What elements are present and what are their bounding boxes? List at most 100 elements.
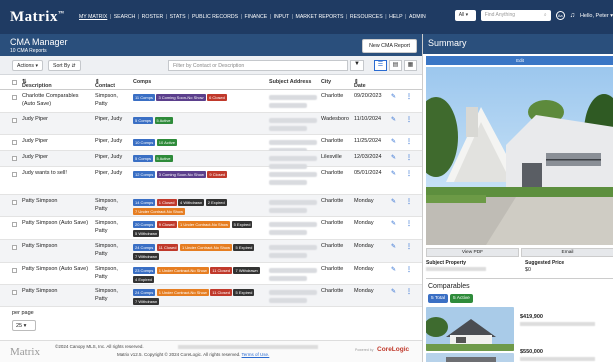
row-comps: 14 Comps 1 Closed 4 Withdrawn 2 Expired 7 Un…: [133, 199, 265, 215]
row-checkbox[interactable]: [12, 156, 17, 161]
list-view-icon[interactable]: ☰: [374, 60, 387, 71]
comp-status-badge: 3 Coming Soon-No Show: [156, 171, 206, 178]
nav-resources[interactable]: RESOURCES: [347, 14, 385, 20]
row-description[interactable]: Patty Simpson: [22, 198, 92, 206]
table-row[interactable]: Patty Simpson (Auto Save) Simpson, Patty 2…: [0, 217, 422, 240]
more-options-icon[interactable]: ⋮: [406, 93, 412, 100]
table-row[interactable]: Judy Piper Piper, Judy 5 Comps 5 Active Wade…: [0, 113, 422, 135]
grid-view-icon[interactable]: ▦: [404, 60, 417, 71]
comp-status-badge: 5 Comps: [133, 155, 154, 162]
row-description[interactable]: Patty Simpson: [22, 288, 92, 296]
row-date: Monday: [354, 198, 374, 204]
footer-copyright-2: Matrix v12.5. Copyright © 2024 CoreLogic…: [117, 352, 270, 357]
row-checkbox[interactable]: [12, 140, 17, 145]
filter-icon[interactable]: ▼: [350, 60, 364, 71]
row-description[interactable]: Judy Piper: [22, 138, 92, 146]
nav-search[interactable]: SEARCH: [111, 14, 138, 20]
edit-icon[interactable]: ✎: [391, 198, 396, 205]
more-options-icon[interactable]: ⋮: [406, 266, 412, 273]
compact-view-icon[interactable]: ▤: [389, 60, 402, 71]
comp-status-badge: 9 Closed: [156, 221, 177, 228]
comp-photo[interactable]: [426, 353, 514, 362]
col-address: Subject Address: [269, 79, 312, 85]
edit-icon[interactable]: ✎: [391, 170, 396, 177]
table-row[interactable]: Charlotte Comparables (Auto Save) Simpson…: [0, 90, 422, 113]
subject-address-redacted: [426, 267, 486, 271]
more-options-icon[interactable]: ⋮: [406, 288, 412, 295]
select-all-checkbox[interactable]: [12, 80, 17, 85]
edit-icon[interactable]: ✎: [391, 138, 396, 145]
col-date[interactable]: Date ⇕: [354, 79, 366, 89]
nav-public-records[interactable]: PUBLIC RECORDS: [189, 14, 240, 20]
search-scope-select[interactable]: All ▾: [454, 10, 476, 21]
avatar[interactable]: Aa: [555, 11, 565, 20]
edit-icon[interactable]: ✎: [391, 288, 396, 295]
row-address-redacted: [269, 290, 317, 295]
table-row[interactable]: Patty Simpson Simpson, Patty 14 Comps 1 Clo…: [0, 195, 422, 217]
matrix-logo[interactable]: Matrix™: [10, 9, 64, 26]
nav-help[interactable]: HELP: [387, 14, 406, 20]
search-input[interactable]: Find Anything ⌕: [480, 10, 551, 21]
table-row[interactable]: Judy Piper Piper, Judy 10 Comps 10 Active Ch…: [0, 135, 422, 153]
comp-status-badge: 9 Closed: [207, 171, 228, 178]
comp-photo[interactable]: [426, 307, 514, 351]
more-options-icon[interactable]: ⋮: [406, 116, 412, 123]
row-checkbox[interactable]: [12, 290, 17, 295]
row-description[interactable]: Judy Piper: [22, 116, 92, 124]
filter-input[interactable]: Filter by Contact or Description: [168, 60, 348, 71]
row-checkbox[interactable]: [12, 222, 17, 227]
edit-button[interactable]: Edit: [426, 56, 613, 65]
nav-finance[interactable]: FINANCE: [242, 14, 270, 20]
col-description[interactable]: Description ⇅: [22, 79, 52, 89]
table-row[interactable]: Patty Simpson (Auto Save) Simpson, Patty 2…: [0, 263, 422, 285]
table-row[interactable]: Judy Piper Piper, Judy 5 Comps 5 Active Lile…: [0, 151, 422, 169]
email-button[interactable]: Email: [521, 248, 613, 257]
table-row[interactable]: Patty Simpson Simpson, Patty 24 Comps 1 Und…: [0, 285, 422, 307]
more-options-icon[interactable]: ⋮: [406, 220, 412, 227]
more-options-icon[interactable]: ⋮: [406, 243, 412, 250]
more-options-icon[interactable]: ⋮: [406, 170, 412, 177]
edit-icon[interactable]: ✎: [391, 266, 396, 273]
terms-link[interactable]: Terms of Use.: [242, 352, 270, 357]
user-menu[interactable]: Hello, Peter ▾: [580, 13, 613, 19]
nav-stats[interactable]: STATS: [167, 14, 188, 20]
suggested-price-value: $0: [525, 267, 531, 273]
edit-icon[interactable]: ✎: [391, 220, 396, 227]
row-description[interactable]: Judy wants to sell!: [22, 170, 92, 178]
table-row[interactable]: Patty Simpson Simpson, Patty 24 Comps 11 Cl…: [0, 240, 422, 263]
more-options-icon[interactable]: ⋮: [406, 154, 412, 161]
edit-icon[interactable]: ✎: [391, 243, 396, 250]
nav-admin[interactable]: ADMIN: [406, 14, 428, 20]
more-options-icon[interactable]: ⋮: [406, 198, 412, 205]
row-description[interactable]: Judy Piper: [22, 154, 92, 162]
cma-header: CMA Manager 10 CMA Reports New CMA Repor…: [0, 34, 422, 56]
bell-icon[interactable]: ♫: [570, 12, 575, 19]
per-page-select[interactable]: 25 ▾: [12, 320, 36, 331]
row-checkbox[interactable]: [12, 118, 17, 123]
more-options-icon[interactable]: ⋮: [406, 138, 412, 145]
edit-icon[interactable]: ✎: [391, 93, 396, 100]
col-contact[interactable]: Contact ⇕: [95, 79, 115, 89]
nav-input[interactable]: INPUT: [271, 14, 292, 20]
row-description[interactable]: Patty Simpson: [22, 243, 92, 251]
sort-by-button[interactable]: Sort By ⇵: [48, 60, 81, 71]
row-checkbox[interactable]: [12, 268, 17, 273]
comp-status-badge: 24 Comps: [133, 289, 156, 296]
row-checkbox[interactable]: [12, 95, 17, 100]
row-checkbox[interactable]: [12, 200, 17, 205]
row-checkbox[interactable]: [12, 172, 17, 177]
row-description[interactable]: Patty Simpson (Auto Save): [22, 220, 92, 228]
row-description[interactable]: Charlotte Comparables (Auto Save): [22, 93, 92, 108]
view-pdf-button[interactable]: View PDF: [426, 248, 519, 257]
actions-button[interactable]: Actions ▾: [12, 60, 44, 71]
nav-market-reports[interactable]: MARKET REPORTS: [293, 14, 346, 20]
edit-icon[interactable]: ✎: [391, 154, 396, 161]
row-checkbox[interactable]: [12, 245, 17, 250]
comp-status-badge: 5 Expired: [233, 244, 255, 251]
edit-icon[interactable]: ✎: [391, 116, 396, 123]
row-description[interactable]: Patty Simpson (Auto Save): [22, 266, 92, 274]
new-cma-report-button[interactable]: New CMA Report: [362, 39, 417, 53]
nav-my-matrix[interactable]: MY MATRIX: [76, 14, 109, 20]
table-row[interactable]: Judy wants to sell! Piper, Judy 12 Comps 3 …: [0, 167, 422, 195]
nav-roster[interactable]: ROSTER: [139, 14, 166, 20]
